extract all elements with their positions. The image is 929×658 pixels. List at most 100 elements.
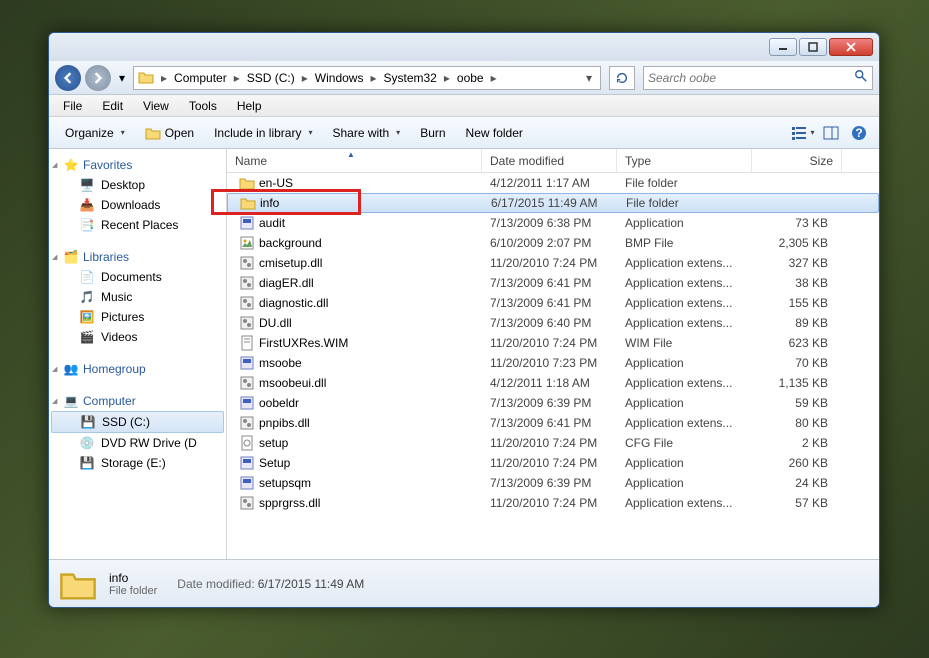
file-type: File folder [618,196,753,210]
wim-icon [239,335,255,351]
file-date: 7/13/2009 6:41 PM [482,416,617,430]
column-headers: ▲ Name Date modified Type Size [227,149,879,173]
menu-file[interactable]: File [53,97,92,115]
folder-icon [138,69,156,87]
file-row[interactable]: pnpibs.dll7/13/2009 6:41 PMApplication e… [227,413,879,433]
menu-tools[interactable]: Tools [179,97,227,115]
file-name: spprgrss.dll [259,496,320,510]
sidebar-item[interactable]: 🖼️Pictures [49,307,226,327]
sidebar-item[interactable]: 📑Recent Places [49,215,226,235]
sidebar-item[interactable]: 🎬Videos [49,327,226,347]
dll-icon [239,415,255,431]
titlebar[interactable] [49,33,879,61]
sidebar-item-label: Music [101,290,132,304]
view-mode-button[interactable] [791,121,815,145]
breadcrumb-root-sep[interactable]: ▸ [158,69,170,87]
forward-button[interactable] [85,65,111,91]
maximize-button[interactable] [799,38,827,56]
file-row[interactable]: FirstUXRes.WIM11/20/2010 7:24 PMWIM File… [227,333,879,353]
file-type: Application extens... [617,276,752,290]
file-row[interactable]: info6/17/2015 11:49 AMFile folder [227,193,879,213]
nav-history-dropdown[interactable]: ▾ [115,65,129,91]
share-with-button[interactable]: Share with [324,123,408,143]
help-button[interactable]: ? [847,121,871,145]
file-date: 4/12/2011 1:17 AM [482,176,617,190]
minimize-button[interactable] [769,38,797,56]
file-row[interactable]: spprgrss.dll11/20/2010 7:24 PMApplicatio… [227,493,879,513]
file-row[interactable]: cmisetup.dll11/20/2010 7:24 PMApplicatio… [227,253,879,273]
file-rows[interactable]: en-US4/12/2011 1:17 AMFile folderinfo6/1… [227,173,879,559]
menu-help[interactable]: Help [227,97,272,115]
menu-edit[interactable]: Edit [92,97,133,115]
file-date: 11/20/2010 7:24 PM [482,336,617,350]
column-size[interactable]: Size [752,149,842,172]
breadcrumb-item[interactable]: Computer [170,69,231,87]
sidebar-item[interactable]: 📄Documents [49,267,226,287]
file-type: BMP File [617,236,752,250]
file-row[interactable]: background6/10/2009 2:07 PMBMP File2,305… [227,233,879,253]
svg-text:?: ? [855,126,862,140]
breadcrumb-item[interactable]: oobe [453,69,488,87]
file-row[interactable]: audit7/13/2009 6:38 PMApplication73 KB [227,213,879,233]
sidebar-item[interactable]: 🖥️Desktop [49,175,226,195]
file-size: 59 KB [752,396,836,410]
pictures-icon: 🖼️ [79,309,95,325]
search-input[interactable] [648,71,854,85]
sidebar-item[interactable]: 🎵Music [49,287,226,307]
preview-pane-button[interactable] [819,121,843,145]
back-button[interactable] [55,65,81,91]
dll-icon [239,275,255,291]
search-box[interactable] [643,66,873,90]
new-folder-button[interactable]: New folder [458,123,531,143]
app-icon [239,355,255,371]
open-button[interactable]: Open [137,122,202,144]
details-pane: info File folder Date modified: 6/17/201… [49,559,879,607]
breadcrumb-item[interactable]: Windows [311,69,368,87]
include-library-button[interactable]: Include in library [206,123,320,143]
navigation-pane[interactable]: ⭐Favorites 🖥️Desktop📥Downloads📑Recent Pl… [49,149,227,559]
refresh-button[interactable] [609,66,635,90]
breadcrumb-item[interactable]: SSD (C:) [243,69,299,87]
file-row[interactable]: diagnostic.dll7/13/2009 6:41 PMApplicati… [227,293,879,313]
file-type: Application [617,456,752,470]
sidebar-item[interactable]: 💾Storage (E:) [49,453,226,473]
sidebar-item[interactable]: 💾SSD (C:) [51,411,224,433]
libraries-icon: 🗂️ [63,249,79,265]
file-size: 89 KB [752,316,836,330]
favorites-header[interactable]: ⭐Favorites [49,155,226,175]
file-name: pnpibs.dll [259,416,310,430]
file-row[interactable]: diagER.dll7/13/2009 6:41 PMApplication e… [227,273,879,293]
menu-view[interactable]: View [133,97,179,115]
file-row[interactable]: en-US4/12/2011 1:17 AMFile folder [227,173,879,193]
breadcrumb-item[interactable]: System32 [380,69,441,87]
file-row[interactable]: setupsqm7/13/2009 6:39 PMApplication24 K… [227,473,879,493]
file-type: WIM File [617,336,752,350]
file-type: Application [617,356,752,370]
burn-button[interactable]: Burn [412,123,453,143]
sidebar-item[interactable]: 📥Downloads [49,195,226,215]
file-row[interactable]: Setup11/20/2010 7:24 PMApplication260 KB [227,453,879,473]
file-row[interactable]: oobeldr7/13/2009 6:39 PMApplication59 KB [227,393,879,413]
file-row[interactable]: setup11/20/2010 7:24 PMCFG File2 KB [227,433,879,453]
file-type: Application [617,216,752,230]
address-bar[interactable]: ▸ Computer▸ SSD (C:)▸ Windows▸ System32▸… [133,66,601,90]
breadcrumb-dropdown[interactable]: ▾ [580,69,598,87]
file-row[interactable]: msoobe11/20/2010 7:23 PMApplication70 KB [227,353,879,373]
column-type[interactable]: Type [617,149,752,172]
desktop-icon: 🖥️ [79,177,95,193]
sidebar-item[interactable]: 💿DVD RW Drive (D [49,433,226,453]
file-row[interactable]: msoobeui.dll4/12/2011 1:18 AMApplication… [227,373,879,393]
libraries-header[interactable]: 🗂️Libraries [49,247,226,267]
organize-button[interactable]: Organize [57,123,133,143]
sidebar-item-label: Downloads [101,198,160,212]
nav-bar: ▾ ▸ Computer▸ SSD (C:)▸ Windows▸ System3… [49,61,879,95]
file-size: 2,305 KB [752,236,836,250]
column-date[interactable]: Date modified [482,149,617,172]
file-name: oobeldr [259,396,299,410]
file-name: cmisetup.dll [259,256,322,270]
computer-header[interactable]: 💻Computer [49,391,226,411]
file-row[interactable]: DU.dll7/13/2009 6:40 PMApplication exten… [227,313,879,333]
homegroup-header[interactable]: 👥Homegroup [49,359,226,379]
drive-icon: 💾 [80,414,96,430]
close-button[interactable] [829,38,873,56]
